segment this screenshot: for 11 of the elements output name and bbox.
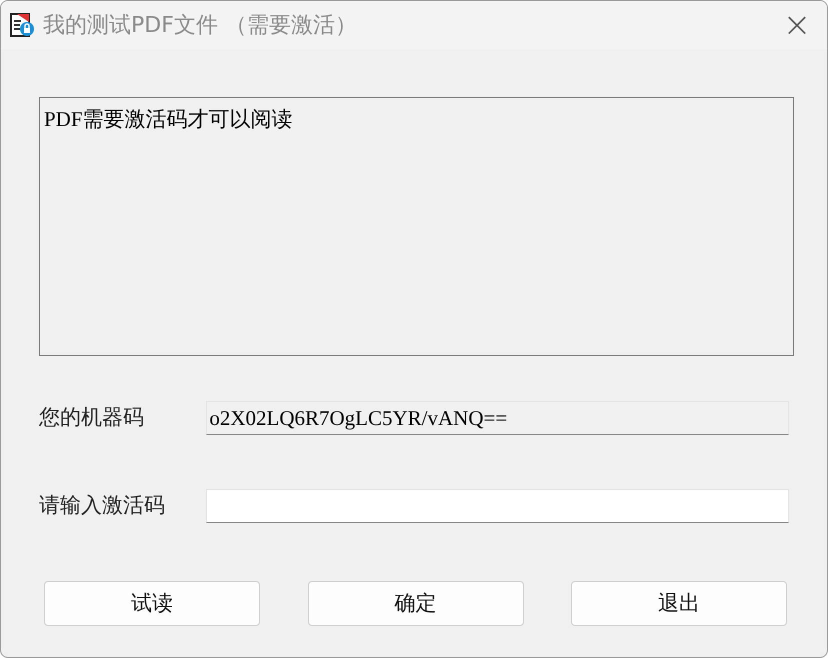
window-title: 我的测试PDF文件 （需要激活）: [43, 12, 357, 40]
field-label: 您的机器码: [39, 404, 145, 432]
input-field[interactable]: [206, 489, 789, 523]
input-field[interactable]: o2X02LQ6R7OgLC5YR/vANQ==: [206, 401, 789, 435]
locked-document-icon: [9, 12, 35, 38]
dialog-button[interactable]: 试读: [44, 581, 260, 626]
dialog-button[interactable]: 退出: [571, 581, 787, 626]
message-text: PDF需要激活码才可以阅读: [44, 107, 293, 131]
dialog-button[interactable]: 确定: [308, 581, 524, 626]
close-button[interactable]: ×: [767, 1, 827, 49]
field-label: 请输入激活码: [39, 492, 166, 520]
